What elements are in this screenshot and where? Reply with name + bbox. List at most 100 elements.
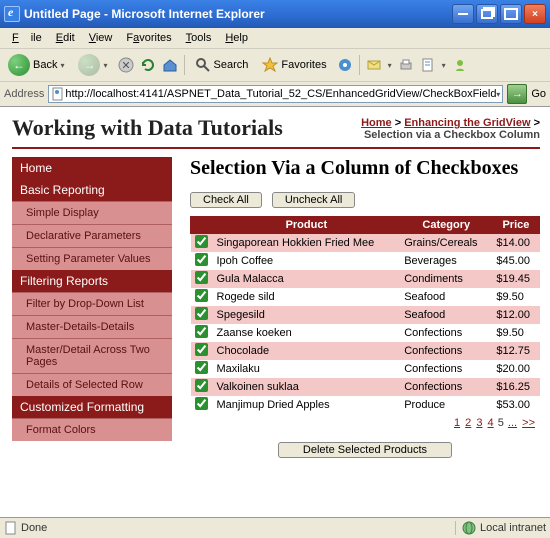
products-grid: ProductCategoryPrice Singaporean Hokkien… (190, 216, 540, 414)
delete-selected-button[interactable]: Delete Selected Products (278, 442, 452, 458)
cell-category: Seafood (400, 306, 492, 324)
edit-icon[interactable] (420, 57, 436, 73)
row-checkbox[interactable] (195, 361, 208, 374)
page-next[interactable]: >> (522, 417, 535, 429)
cell-price: $16.25 (492, 378, 539, 396)
page-more[interactable]: ... (508, 417, 517, 429)
nav-sub-8[interactable]: Master/Detail Across Two Pages (12, 338, 172, 373)
table-row: Valkoinen suklaaConfections$16.25 (191, 378, 540, 396)
cell-price: $12.00 (492, 306, 539, 324)
page-link[interactable]: 1 (454, 417, 460, 429)
cell-price: $9.50 (492, 324, 539, 342)
close-button[interactable]: × (524, 4, 546, 24)
cell-category: Confections (400, 342, 492, 360)
nav-sub-3[interactable]: Declarative Parameters (12, 224, 172, 247)
menu-edit[interactable]: Edit (50, 30, 81, 46)
cell-product: Ipoh Coffee (213, 252, 401, 270)
cell-product: Valkoinen suklaa (213, 378, 401, 396)
row-checkbox[interactable] (195, 307, 208, 320)
menu-tools[interactable]: Tools (180, 30, 218, 46)
minimize-button[interactable] (452, 4, 474, 24)
row-checkbox[interactable] (195, 325, 208, 338)
done-icon (4, 521, 18, 535)
intranet-icon (462, 521, 476, 535)
refresh-icon[interactable] (140, 57, 156, 73)
media-icon[interactable] (337, 57, 353, 73)
crumb-section[interactable]: Enhancing the GridView (404, 117, 530, 129)
nav-sub-9[interactable]: Details of Selected Row (12, 373, 172, 396)
nav-hdr-1[interactable]: Basic Reporting (12, 179, 172, 201)
nav-sub-7[interactable]: Master-Details-Details (12, 315, 172, 338)
maximize-button[interactable] (500, 4, 522, 24)
nav-hdr-10[interactable]: Customized Formatting (12, 396, 172, 418)
back-button[interactable]: ←Back▾ (4, 52, 68, 78)
row-checkbox[interactable] (195, 343, 208, 356)
cell-price: $19.45 (492, 270, 539, 288)
mail-icon[interactable] (366, 57, 382, 73)
row-checkbox[interactable] (195, 379, 208, 392)
row-checkbox[interactable] (195, 235, 208, 248)
uncheck-all-button[interactable]: Uncheck All (272, 192, 355, 208)
table-row: Rogede sildSeafood$9.50 (191, 288, 540, 306)
svg-text:✕: ✕ (121, 60, 130, 72)
window-title: Untitled Page - Microsoft Internet Explo… (24, 7, 452, 21)
cell-product: Singaporean Hokkien Fried Mee (213, 234, 401, 253)
cell-category: Grains/Cereals (400, 234, 492, 253)
menubar: File Edit View Favorites Tools Help (0, 28, 550, 49)
cell-product: Manjimup Dried Apples (213, 396, 401, 414)
zone-label: Local intranet (480, 522, 546, 534)
page-link[interactable]: 2 (465, 417, 471, 429)
cell-category: Confections (400, 360, 492, 378)
cell-product: Spegesild (213, 306, 401, 324)
breadcrumb: Home > Enhancing the GridView > Selectio… (361, 117, 540, 141)
nav-sub-4[interactable]: Setting Parameter Values (12, 247, 172, 270)
table-row: MaxilakuConfections$20.00 (191, 360, 540, 378)
cell-category: Confections (400, 324, 492, 342)
nav-sub-6[interactable]: Filter by Drop-Down List (12, 292, 172, 315)
crumb-home[interactable]: Home (361, 117, 392, 129)
col-header: Price (492, 217, 539, 234)
page-link[interactable]: 4 (488, 417, 494, 429)
address-input[interactable] (65, 88, 496, 100)
ie-icon (4, 6, 20, 22)
row-checkbox[interactable] (195, 289, 208, 302)
go-button[interactable]: → (507, 84, 527, 104)
row-checkbox[interactable] (195, 397, 208, 410)
page-link[interactable]: 3 (476, 417, 482, 429)
check-all-button[interactable]: Check All (190, 192, 262, 208)
address-bar: Address ▾ → Go (0, 82, 550, 107)
nav-sub-11[interactable]: Format Colors (12, 418, 172, 441)
nav-sub-2[interactable]: Simple Display (12, 201, 172, 224)
sidebar: HomeBasic ReportingSimple DisplayDeclara… (12, 157, 172, 458)
address-dropdown[interactable]: ▾ (496, 90, 500, 99)
forward-button[interactable]: →▾ (74, 52, 111, 78)
row-checkbox[interactable] (195, 253, 208, 266)
nav-hdr-5[interactable]: Filtering Reports (12, 270, 172, 292)
col-header: Product (213, 217, 401, 234)
crumb-current: Selection via a Checkbox Column (364, 129, 540, 141)
col-header: Category (400, 217, 492, 234)
page-icon (51, 87, 65, 101)
restore-button[interactable] (476, 4, 498, 24)
cell-price: $45.00 (492, 252, 539, 270)
row-checkbox[interactable] (195, 271, 208, 284)
nav-hdr-0[interactable]: Home (12, 157, 172, 179)
security-zone: Local intranet (455, 521, 546, 535)
stop-icon[interactable]: ✕ (118, 57, 134, 73)
table-row: Manjimup Dried ApplesProduce$53.00 (191, 396, 540, 414)
table-row: Singaporean Hokkien Fried MeeGrains/Cere… (191, 234, 540, 253)
menu-help[interactable]: Help (219, 30, 254, 46)
messenger-icon[interactable] (452, 57, 468, 73)
page-heading: Selection Via a Column of Checkboxes (190, 157, 540, 180)
go-label: Go (531, 88, 546, 100)
print-icon[interactable] (398, 57, 414, 73)
pager: 1 2 3 4 5 ... >> (190, 414, 540, 432)
cell-price: $53.00 (492, 396, 539, 414)
cell-product: Gula Malacca (213, 270, 401, 288)
menu-favorites[interactable]: Favorites (120, 30, 177, 46)
home-icon[interactable] (162, 57, 178, 73)
menu-view[interactable]: View (83, 30, 119, 46)
search-button[interactable]: Search (191, 55, 253, 75)
favorites-button[interactable]: Favorites (258, 55, 330, 75)
menu-file[interactable]: File (6, 30, 48, 46)
